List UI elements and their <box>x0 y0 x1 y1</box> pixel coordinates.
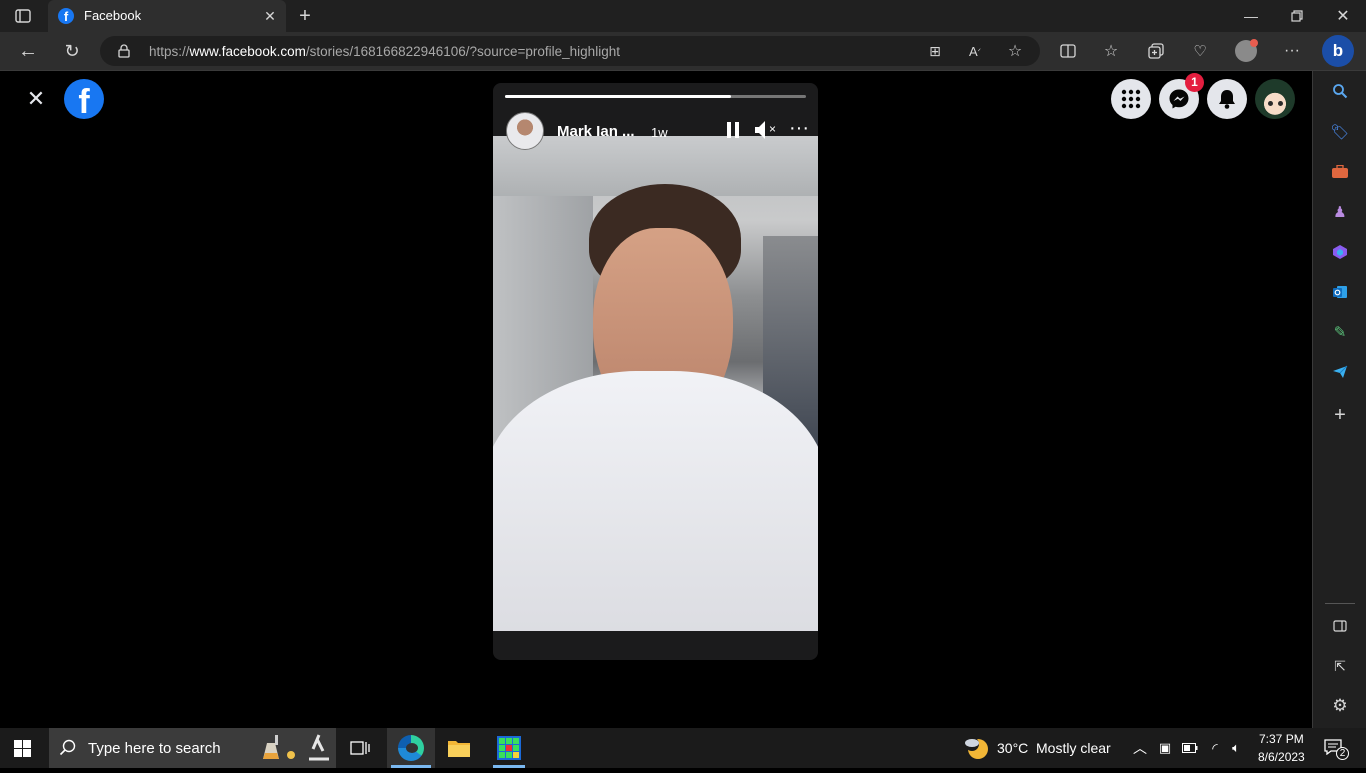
muted-speaker-icon[interactable]: × <box>754 120 780 140</box>
tools-briefcase-icon[interactable] <box>1330 162 1350 182</box>
facebook-logo-icon[interactable]: f <box>64 79 104 119</box>
clock-time[interactable]: 7:37 PM <box>1259 732 1304 746</box>
sidebar-divider <box>1325 603 1355 604</box>
edge-sidebar: 🏷 ♟ ✎ + ⇱ ⚙ <box>1312 71 1366 728</box>
story-progress-fill <box>505 95 731 98</box>
split-screen-icon[interactable] <box>1058 41 1078 61</box>
favorites-icon[interactable]: ☆ <box>1101 41 1121 61</box>
show-hidden-icons-chevron-icon[interactable]: ︿ <box>1131 738 1149 758</box>
tab-title: Facebook <box>84 8 142 23</box>
read-aloud-icon[interactable]: Aᐟ <box>966 42 984 60</box>
apps-available-icon[interactable]: ⊞ <box>926 42 944 60</box>
minimize-icon[interactable]: — <box>1240 5 1262 27</box>
messenger-icon <box>1169 89 1189 109</box>
search-icon <box>59 739 77 757</box>
refresh-icon[interactable]: ↻ <box>60 40 84 62</box>
bell-icon <box>1219 90 1235 109</box>
clock-date[interactable]: 8/6/2023 <box>1258 750 1305 764</box>
edge-taskbar-icon[interactable] <box>387 728 435 768</box>
external-link-icon[interactable]: ⇱ <box>1330 656 1350 676</box>
taskbar-search-box[interactable]: Type here to search <box>49 728 336 768</box>
restore-icon[interactable] <box>1286 5 1308 27</box>
notification-center-icon[interactable]: 2 <box>1324 739 1350 761</box>
close-tab-icon[interactable]: ✕ <box>260 6 280 26</box>
games-icon[interactable]: ♟ <box>1330 202 1350 222</box>
drop-icon[interactable]: ✎ <box>1330 322 1350 342</box>
story-time: 1w <box>651 125 668 140</box>
weather-condition[interactable]: Mostly clear <box>1036 740 1111 756</box>
tab-facebook[interactable]: f Facebook ✕ <box>48 0 286 32</box>
performance-heart-icon[interactable]: ♡ <box>1190 41 1210 61</box>
battery-icon[interactable] <box>1180 738 1200 758</box>
messenger-button[interactable]: 1 <box>1159 73 1204 119</box>
profile-alert-dot <box>1250 39 1258 47</box>
menu-grid-button[interactable] <box>1111 79 1151 119</box>
hide-sidebar-icon[interactable] <box>1330 616 1350 636</box>
notification-count: 2 <box>1336 747 1349 760</box>
volume-icon[interactable]: 🔈︎ <box>1226 738 1246 758</box>
task-view-icon[interactable] <box>350 739 370 757</box>
shopping-tag-icon[interactable]: 🏷 <box>1330 122 1350 142</box>
notifications-button[interactable] <box>1207 79 1247 119</box>
add-sidebar-app-icon[interactable]: + <box>1330 404 1350 426</box>
taskbar: Type here to search 30°C Mostly clear ︿ … <box>0 728 1366 768</box>
profile-avatar[interactable] <box>1235 39 1258 62</box>
story-photo <box>493 136 818 631</box>
weather-temperature[interactable]: 30°C <box>997 740 1028 756</box>
more-options-icon[interactable]: ··· <box>1282 41 1302 61</box>
wifi-icon[interactable]: ◜ <box>1205 738 1225 758</box>
new-tab-icon[interactable]: + <box>294 5 316 27</box>
file-explorer-icon[interactable] <box>447 738 471 758</box>
story-author-name[interactable]: Mark Ian ... <box>557 123 635 140</box>
story-progress-track <box>505 95 806 98</box>
tab-actions-icon[interactable] <box>12 6 34 26</box>
address-bar: ← ↻ https://www.facebook.com/stories/168… <box>0 32 1366 71</box>
search-highlight-science-icon <box>259 731 333 765</box>
messenger-badge: 1 <box>1185 73 1204 92</box>
url-text: https://www.facebook.com/stories/1681668… <box>149 44 620 59</box>
back-icon[interactable]: ← <box>16 40 40 62</box>
settings-gear-icon[interactable]: ⚙ <box>1330 696 1350 716</box>
close-story-icon[interactable]: ✕ <box>24 86 48 111</box>
app-grid-icon[interactable] <box>493 728 525 768</box>
story-card[interactable]: Mark Ian ... 1w × ··· <box>493 83 818 660</box>
outlook-icon[interactable] <box>1330 282 1350 302</box>
tab-bar: f Facebook ✕ + — ✕ <box>0 0 1366 32</box>
bing-chat-icon[interactable]: b <box>1322 35 1354 67</box>
lock-icon <box>116 43 132 59</box>
collections-icon[interactable] <box>1146 41 1166 61</box>
close-window-icon[interactable]: ✕ <box>1332 5 1354 27</box>
url-field[interactable]: https://www.facebook.com/stories/1681668… <box>100 36 1040 66</box>
pause-icon[interactable] <box>726 122 740 138</box>
send-icon[interactable] <box>1330 362 1350 382</box>
facebook-favicon-icon: f <box>58 8 74 24</box>
microsoft365-icon[interactable] <box>1330 242 1350 262</box>
favorite-star-icon[interactable]: ☆ <box>1006 42 1024 60</box>
account-avatar[interactable] <box>1255 79 1295 119</box>
more-options-icon[interactable]: ··· <box>789 118 809 139</box>
search-placeholder: Type here to search <box>88 740 221 757</box>
weather-moon-icon[interactable] <box>964 735 990 761</box>
start-windows-icon[interactable] <box>14 740 32 758</box>
story-author-avatar[interactable] <box>506 112 544 150</box>
search-icon[interactable] <box>1330 81 1350 101</box>
meet-now-icon[interactable]: ▣ <box>1155 738 1175 758</box>
